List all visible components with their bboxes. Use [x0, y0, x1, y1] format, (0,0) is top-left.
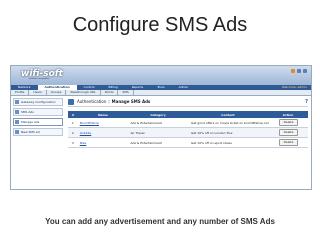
- sidebar-item-new-sms-ad[interactable]: New SMS Ad: [13, 128, 63, 136]
- ad-category: Ads & Entertainment: [130, 120, 162, 125]
- action-cell: Delete: [269, 138, 308, 147]
- row-number: 1: [71, 120, 74, 125]
- column-header-name[interactable]: Name: [78, 111, 128, 118]
- main-content: Authentication :: Manage SMS Ads ? # Nam…: [68, 97, 308, 148]
- ad-name-link[interactable]: BoomfitShop: [78, 118, 129, 127]
- ad-content: Get 10% off on sport shoes: [191, 140, 232, 145]
- help-icon[interactable]: ?: [305, 99, 308, 105]
- page-title-text: Manage SMS Ads: [111, 99, 151, 104]
- slide-caption: You can add any advertisement and any nu…: [45, 217, 275, 226]
- action-cell: Delete: [269, 128, 308, 137]
- submenu-portal[interactable]: Portal: [101, 90, 119, 95]
- table-row: 3 Nike Ads & Entertainment Get 10% off o…: [68, 138, 308, 148]
- sms-ads-table: # Name Category Content Action 1 Boomfit…: [68, 111, 308, 148]
- app-header: wifi-soft wireless everywhere: [11, 66, 311, 85]
- sidebar-item-label: SMS Ads: [21, 110, 34, 114]
- sidebar: Gateway Configuration SMS Ads Manage Ads…: [13, 98, 63, 138]
- page-title-separator: ::: [107, 99, 111, 104]
- ad-name-link[interactable]: Nike: [78, 138, 129, 147]
- sidebar-item-gateway-config[interactable]: Gateway Configuration: [13, 98, 63, 106]
- logo-tagline: wireless everywhere: [29, 78, 50, 80]
- sidebar-item-sms-ads[interactable]: SMS Ads: [13, 108, 63, 116]
- column-header-content: Content: [221, 112, 235, 117]
- ad-category: Air Travel: [130, 130, 145, 135]
- column-header-action: Action: [282, 112, 294, 117]
- home-icon[interactable]: [291, 69, 295, 73]
- row-number: 3: [71, 140, 74, 145]
- sidebar-item-label: New SMS Ad: [21, 130, 40, 134]
- action-cell: Delete: [269, 118, 308, 127]
- page-icon: [68, 98, 74, 105]
- table-row: 1 BoomfitShop Ads & Entertainment Get go…: [68, 118, 308, 128]
- ad-content: Get good offers on movie ticket on boomf…: [191, 120, 269, 125]
- sidebar-item-label: Gateway Configuration: [21, 100, 56, 104]
- column-header-category[interactable]: Category: [128, 111, 188, 118]
- delete-button[interactable]: Delete: [278, 119, 299, 126]
- sidebar-item-manage-ads[interactable]: Manage Ads: [13, 118, 63, 126]
- ad-content: Get 10% off on London Tour: [191, 130, 233, 135]
- logout-icon[interactable]: [303, 69, 307, 73]
- slide-title: Configure SMS Ads: [72, 14, 248, 36]
- row-number: 2: [71, 130, 74, 135]
- help-icon[interactable]: [297, 69, 301, 73]
- delete-button[interactable]: Delete: [278, 129, 299, 136]
- sub-menu: Profile Users Groups Passthrough URL Por…: [11, 90, 311, 96]
- page-title-prefix: Authentication: [77, 99, 107, 104]
- ad-category: Ads & Entertainment: [130, 140, 162, 145]
- page-title: Authentication :: Manage SMS Ads ?: [68, 97, 308, 107]
- delete-button[interactable]: Delete: [278, 139, 299, 146]
- header-icons: [291, 69, 307, 73]
- logo: wifi-soft wireless everywhere: [21, 68, 65, 82]
- sidebar-item-label: Manage Ads: [21, 120, 40, 124]
- table-header: # Name Category Content Action: [68, 111, 308, 118]
- app-window: wifi-soft wireless everywhere Network Au…: [10, 65, 312, 190]
- table-row: 2 Gobbbs Air Travel Get 10% off on Londo…: [68, 128, 308, 138]
- submenu-groups[interactable]: Groups: [47, 90, 67, 95]
- gear-icon: [15, 100, 19, 104]
- add-icon: [15, 130, 19, 134]
- submenu-sms[interactable]: SMS: [118, 90, 134, 95]
- submenu-passthrough[interactable]: Passthrough URL: [66, 90, 101, 95]
- ad-name-link[interactable]: Gobbbs: [78, 128, 129, 137]
- list-icon: [15, 120, 19, 124]
- submenu-users[interactable]: Users: [29, 90, 47, 95]
- sms-icon: [15, 110, 19, 114]
- submenu-profile[interactable]: Profile: [11, 90, 30, 95]
- column-header-number: #: [71, 112, 75, 117]
